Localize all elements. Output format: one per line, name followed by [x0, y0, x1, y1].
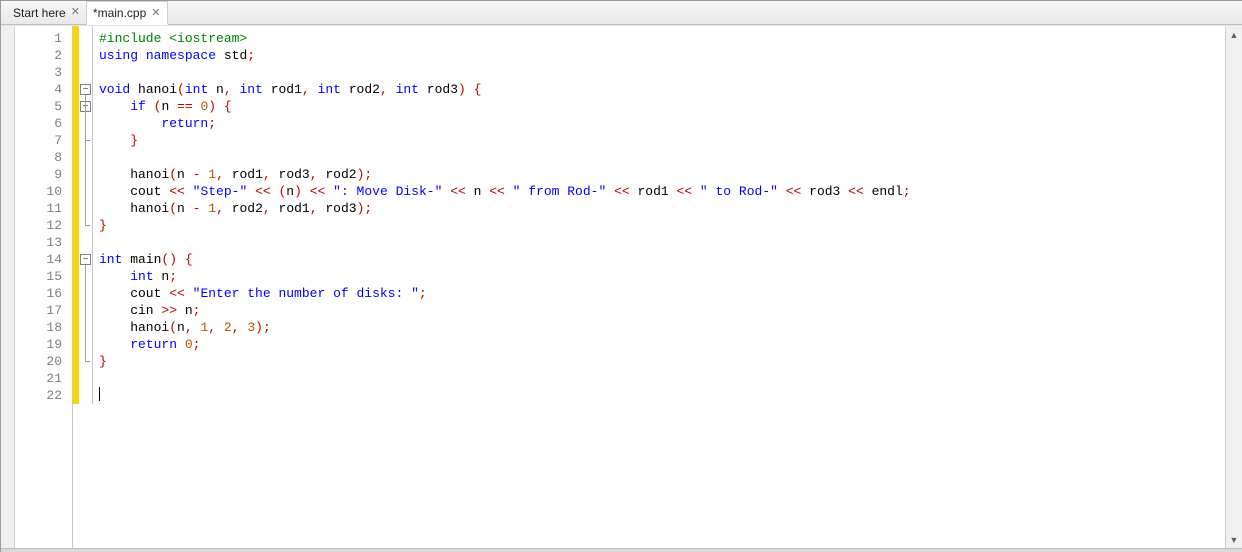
code-line[interactable]: hanoi(n - 1, rod2, rod1, rod3); [99, 200, 1242, 217]
code-editor[interactable]: #include <iostream>using namespace std; v… [93, 26, 1242, 548]
scroll-up-icon[interactable]: ▲ [1226, 26, 1242, 43]
code-line[interactable]: cout << "Step-" << (n) << ": Move Disk-"… [99, 183, 1242, 200]
line-number: 14 [15, 251, 72, 268]
ide-window: Start here ✕ *main.cpp ✕ 123456789101112… [0, 0, 1242, 552]
scroll-down-icon[interactable]: ▼ [1226, 531, 1242, 548]
fold-toggle-icon[interactable]: − [80, 254, 91, 265]
tab-bar: Start here ✕ *main.cpp ✕ [1, 1, 1242, 25]
window-bottom-frame [1, 548, 1242, 552]
code-line[interactable] [99, 64, 1242, 81]
code-line[interactable] [99, 234, 1242, 251]
tab-start-here[interactable]: Start here ✕ [7, 1, 87, 24]
line-number-column: 12345678910111213141516171819202122 [15, 26, 73, 548]
line-number: 7 [15, 132, 72, 149]
code-line[interactable]: if (n == 0) { [99, 98, 1242, 115]
code-line[interactable]: using namespace std; [99, 47, 1242, 64]
line-number: 4 [15, 81, 72, 98]
fold-column: −−− [79, 26, 93, 404]
code-line[interactable] [99, 149, 1242, 166]
code-line[interactable]: return; [99, 115, 1242, 132]
line-number: 6 [15, 115, 72, 132]
line-number: 11 [15, 200, 72, 217]
editor-area: 12345678910111213141516171819202122 −−− … [1, 25, 1242, 548]
line-number: 3 [15, 64, 72, 81]
tab-label: *main.cpp [93, 6, 146, 20]
code-line[interactable]: cout << "Enter the number of disks: "; [99, 285, 1242, 302]
line-number: 13 [15, 234, 72, 251]
code-line[interactable]: #include <iostream> [99, 30, 1242, 47]
tab-label: Start here [13, 6, 66, 20]
line-number: 22 [15, 387, 72, 404]
tab-main-cpp[interactable]: *main.cpp ✕ [87, 1, 168, 25]
line-number: 20 [15, 353, 72, 370]
line-number: 1 [15, 30, 72, 47]
code-line[interactable]: cin >> n; [99, 302, 1242, 319]
line-number: 9 [15, 166, 72, 183]
code-line[interactable]: hanoi(n - 1, rod1, rod3, rod2); [99, 166, 1242, 183]
line-number: 21 [15, 370, 72, 387]
code-line[interactable]: } [99, 217, 1242, 234]
close-icon[interactable]: ✕ [151, 8, 160, 19]
close-icon[interactable]: ✕ [71, 7, 80, 18]
line-number: 19 [15, 336, 72, 353]
code-line[interactable]: int n; [99, 268, 1242, 285]
line-number: 5 [15, 98, 72, 115]
code-line[interactable]: } [99, 353, 1242, 370]
fold-toggle-icon[interactable]: − [80, 84, 91, 95]
line-number: 18 [15, 319, 72, 336]
vertical-scrollbar[interactable]: ▲ ▼ [1225, 26, 1242, 548]
code-line[interactable]: return 0; [99, 336, 1242, 353]
code-line[interactable]: hanoi(n, 1, 2, 3); [99, 319, 1242, 336]
line-number: 16 [15, 285, 72, 302]
code-line[interactable] [99, 387, 1242, 404]
code-line[interactable] [99, 370, 1242, 387]
line-number: 8 [15, 149, 72, 166]
line-number: 17 [15, 302, 72, 319]
line-number: 2 [15, 47, 72, 64]
editor-left-margin [1, 26, 15, 548]
line-number: 12 [15, 217, 72, 234]
code-line[interactable]: int main() { [99, 251, 1242, 268]
text-cursor [99, 387, 100, 401]
line-number: 15 [15, 268, 72, 285]
line-number: 10 [15, 183, 72, 200]
code-line[interactable]: } [99, 132, 1242, 149]
code-line[interactable]: void hanoi(int n, int rod1, int rod2, in… [99, 81, 1242, 98]
gutter: 12345678910111213141516171819202122 −−− [15, 26, 93, 548]
